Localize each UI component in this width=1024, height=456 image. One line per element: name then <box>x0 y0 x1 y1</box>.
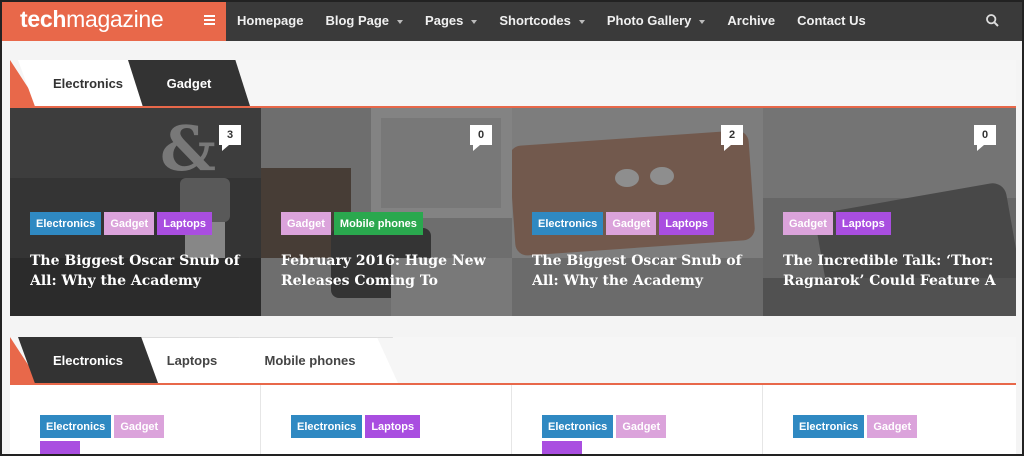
hamburger-icon[interactable] <box>204 15 215 25</box>
badge-electronics[interactable]: Electronics <box>793 415 865 438</box>
category-badges: Electronics Gadget Laptops <box>30 212 212 235</box>
category-badges: Electronics Laptops <box>291 415 421 438</box>
badge-mobile-phones[interactable]: Mobile phones <box>333 212 423 235</box>
site-logo[interactable]: techmagazine <box>20 6 164 33</box>
badge-gadget[interactable]: Gadget <box>281 212 331 235</box>
featured-cards: & 3 Electronics Gadget Laptops The Bigge… <box>10 108 1016 316</box>
badge-electronics[interactable]: Electronics <box>542 415 614 438</box>
post-card[interactable]: 0 Gadget Laptops The Incredible Talk: ‘T… <box>763 108 1016 316</box>
category-tabbar: Mobile phones Laptops Electronics <box>10 337 1016 385</box>
post-title[interactable]: The Biggest Oscar Snub of All: Why the A… <box>532 251 747 294</box>
logo-bold-text: tech <box>20 6 67 32</box>
category-columns: Electronics Gadget Electronics Laptops E… <box>10 385 1016 456</box>
nav-pages[interactable]: Pages <box>414 13 488 28</box>
badge-laptops[interactable]: Laptops <box>365 415 421 438</box>
logo-box: techmagazine <box>0 0 226 41</box>
badge-electronics[interactable]: Electronics <box>30 212 102 235</box>
nav-homepage[interactable]: Homepage <box>226 13 314 28</box>
nav-contact-us[interactable]: Contact Us <box>786 13 877 28</box>
badge-gadget[interactable]: Gadget <box>616 415 667 438</box>
post-title[interactable]: The Incredible Talk: ‘Thor: Ragnarok’ Co… <box>783 251 998 294</box>
badge-gadget[interactable]: Gadget <box>606 212 657 235</box>
featured-tabbar: Electronics Gadget <box>10 60 1016 108</box>
search-icon[interactable] <box>986 14 999 27</box>
chevron-down-icon <box>471 20 478 24</box>
category-section: Mobile phones Laptops Electronics Electr… <box>10 337 1016 456</box>
post-column: Electronics Gadget <box>512 385 763 456</box>
badge-laptops[interactable]: Laptops <box>835 212 891 235</box>
tab-gadget[interactable]: Gadget <box>128 60 250 106</box>
badge-laptops[interactable]: Laptops <box>157 212 212 235</box>
category-badges: Electronics Gadget <box>793 415 918 438</box>
category-badges: Gadget Laptops <box>783 212 891 235</box>
badge-gadget[interactable]: Gadget <box>104 212 155 235</box>
badge-electronics[interactable]: Electronics <box>532 212 604 235</box>
chevron-down-icon <box>578 20 585 24</box>
comment-count[interactable]: 2 <box>721 125 743 151</box>
badge-laptops[interactable]: Laptops <box>659 212 714 235</box>
post-card[interactable]: & 3 Electronics Gadget Laptops The Bigge… <box>10 108 261 316</box>
logo-text: magazine <box>66 6 164 32</box>
comment-count[interactable]: 3 <box>219 125 241 151</box>
post-column: Electronics Gadget <box>763 385 1016 456</box>
badge-gadget[interactable]: Gadget <box>114 415 165 438</box>
badge-electronics[interactable]: Electronics <box>40 415 112 438</box>
post-card[interactable]: 0 Gadget Mobile phones February 2016: Hu… <box>261 108 512 316</box>
category-badges: Electronics Gadget <box>542 415 667 438</box>
nav-shortcodes[interactable]: Shortcodes <box>488 13 596 28</box>
badge-partial[interactable] <box>542 441 582 456</box>
nav-archive[interactable]: Archive <box>716 13 786 28</box>
main-menu: Homepage Blog Page Pages Shortcodes Phot… <box>226 0 877 41</box>
nav-photo-gallery[interactable]: Photo Gallery <box>596 13 717 28</box>
comment-count[interactable]: 0 <box>470 125 492 151</box>
category-badges: Electronics Gadget <box>40 415 165 438</box>
chevron-down-icon <box>397 20 404 24</box>
nav-blog-page[interactable]: Blog Page <box>314 13 414 28</box>
comment-count[interactable]: 0 <box>974 125 996 151</box>
category-badges: Gadget Mobile phones <box>281 212 423 235</box>
post-column: Electronics Gadget <box>10 385 261 456</box>
post-title[interactable]: February 2016: Huge New Releases Coming … <box>281 251 496 294</box>
category-badges: Electronics Gadget Laptops <box>532 212 714 235</box>
badge-gadget[interactable]: Gadget <box>783 212 833 235</box>
chevron-down-icon <box>699 20 706 24</box>
badge-gadget[interactable]: Gadget <box>867 415 918 438</box>
post-column: Electronics Laptops <box>261 385 512 456</box>
badge-electronics[interactable]: Electronics <box>291 415 363 438</box>
featured-section: Electronics Gadget & 3 Electronics Gadge… <box>10 60 1016 316</box>
badge-partial[interactable] <box>40 441 80 456</box>
tab-electronics[interactable]: Electronics <box>18 337 158 383</box>
post-card[interactable]: 2 Electronics Gadget Laptops The Biggest… <box>512 108 763 316</box>
top-nav-bar: techmagazine Homepage Blog Page Pages Sh… <box>0 0 1024 41</box>
post-title[interactable]: The Biggest Oscar Snub of All: Why the A… <box>30 251 245 294</box>
